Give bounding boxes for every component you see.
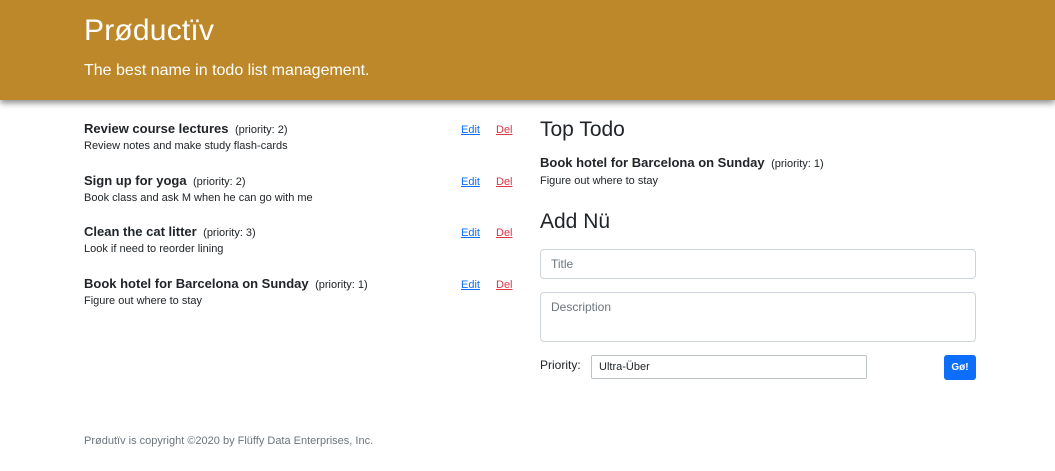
todo-item: Sign up for yoga (priority: 2) Book clas…: [84, 172, 516, 224]
todo-priority: (priority: 2): [193, 175, 246, 188]
todo-item: Clean the cat litter (priority: 3) Look …: [84, 223, 516, 275]
add-todo-heading: Add Nü: [540, 210, 611, 233]
todo-priority: (priority: 3): [203, 227, 256, 239]
top-todo-title: Book hotel for Barcelona on Sunday: [540, 155, 765, 170]
todo-list: Review course lectures (priority: 2) Rev…: [84, 120, 516, 326]
todo-item: Book hotel for Barcelona on Sunday (prio…: [84, 275, 516, 327]
edit-link[interactable]: Edit: [461, 227, 480, 239]
priority-select[interactable]: Ultra-Über: [591, 355, 867, 379]
sidebar-panel: Top Todo Book hotel for Barcelona on Sun…: [540, 118, 976, 380]
todo-title: Review course lectures: [84, 121, 229, 136]
todo-title: Book hotel for Barcelona on Sunday: [84, 275, 309, 291]
edit-link[interactable]: Edit: [461, 279, 480, 291]
todo-priority: (priority: 1): [315, 278, 368, 291]
description-input[interactable]: [540, 292, 976, 342]
edit-link[interactable]: Edit: [461, 124, 480, 136]
top-todo-headline: Book hotel for Barcelona on Sunday (prio…: [540, 154, 824, 172]
delete-link[interactable]: Del: [496, 227, 513, 239]
top-todo-priority: (priority: 1): [771, 158, 824, 170]
todo-headline: Book hotel for Barcelona on Sunday (prio…: [84, 275, 368, 293]
todo-description: Review notes and make study flash-cards: [84, 140, 288, 152]
top-todo-description: Figure out where to stay: [540, 175, 659, 187]
edit-link[interactable]: Edit: [461, 176, 480, 188]
brand-title: Prøductïv: [84, 14, 215, 47]
todo-priority: (priority: 2): [234, 124, 288, 136]
delete-link[interactable]: Del: [496, 279, 513, 291]
todo-headline: Sign up for yoga (priority: 2): [84, 172, 246, 190]
brand-tagline: The best name in todo list management.: [84, 62, 370, 79]
todo-description: Look if need to reorder lining: [84, 243, 224, 255]
todo-headline: Review course lectures (priority: 2): [84, 120, 288, 138]
delete-link[interactable]: Del: [496, 124, 513, 136]
submit-button[interactable]: Gø!: [944, 355, 976, 380]
todo-description: Figure out where to stay: [84, 294, 203, 307]
todo-title: Clean the cat litter: [84, 224, 197, 239]
delete-link[interactable]: Del: [496, 176, 513, 188]
todo-title: Sign up for yoga: [84, 172, 187, 188]
todo-headline: Clean the cat litter (priority: 3): [84, 223, 256, 241]
top-todo-heading: Top Todo: [540, 118, 625, 141]
footer-copyright: Prødutïv is copyright ©2020 by Flüffy Da…: [84, 435, 374, 447]
site-header: Prøductïv The best name in todo list man…: [0, 0, 1055, 100]
todo-description: Book class and ask M when he can go with…: [84, 191, 313, 204]
priority-label: Priority:: [540, 358, 581, 372]
title-input[interactable]: [540, 249, 976, 279]
todo-item: Review course lectures (priority: 2) Rev…: [84, 120, 516, 172]
